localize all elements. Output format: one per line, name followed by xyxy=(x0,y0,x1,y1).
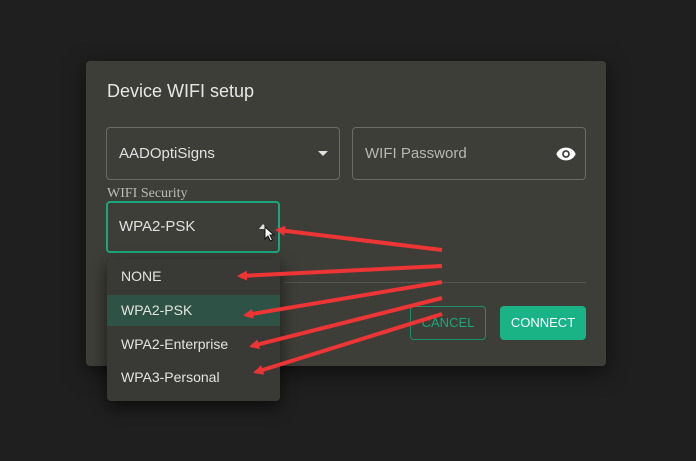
option-wpa2-psk[interactable]: WPA2-PSK xyxy=(107,295,280,326)
option-wpa2-enterprise[interactable]: WPA2-Enterprise xyxy=(107,329,280,360)
wifi-password-placeholder: WIFI Password xyxy=(365,145,467,162)
connect-button[interactable]: CONNECT xyxy=(500,306,586,340)
option-none[interactable]: NONE xyxy=(107,261,280,292)
wifi-security-value: WPA2-PSK xyxy=(119,218,196,235)
eye-icon[interactable] xyxy=(555,143,577,165)
actions-divider xyxy=(284,282,586,283)
security-options-menu: NONE WPA2-PSK WPA2-Enterprise WPA3-Perso… xyxy=(107,259,280,401)
wifi-security-select[interactable]: WPA2-PSK xyxy=(106,201,280,253)
chevron-down-icon xyxy=(318,151,328,156)
option-wpa3-personal[interactable]: WPA3-Personal xyxy=(107,362,280,393)
mouse-cursor-icon xyxy=(264,226,275,242)
wifi-password-field[interactable]: WIFI Password xyxy=(352,127,586,180)
dialog-title: Device WIFI setup xyxy=(107,81,255,101)
cancel-button[interactable]: CANCEL xyxy=(410,306,486,340)
ssid-value: AADOptiSigns xyxy=(119,145,215,162)
wifi-security-label: WIFI Security xyxy=(107,186,188,201)
ssid-select[interactable]: AADOptiSigns xyxy=(106,127,340,180)
